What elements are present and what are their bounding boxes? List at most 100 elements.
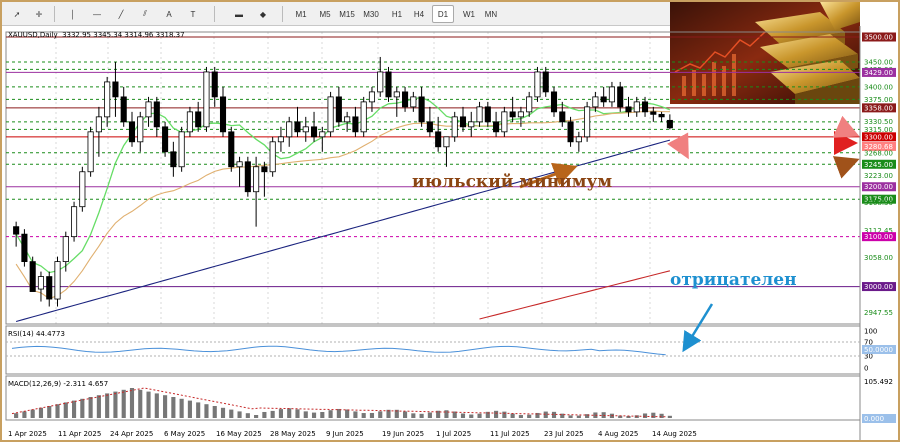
trendline-icon[interactable]: ╱ (112, 5, 130, 23)
candle-body-bull (71, 206, 78, 238)
candle[interactable] (112, 61, 119, 117)
text-icon[interactable]: A (160, 5, 178, 23)
candle[interactable] (509, 96, 516, 122)
timeframe-h4[interactable]: H4 (408, 5, 430, 23)
candle[interactable] (95, 106, 102, 157)
candle[interactable] (120, 86, 127, 127)
candle[interactable] (128, 111, 136, 147)
candle[interactable] (666, 114, 673, 130)
candle[interactable] (592, 91, 599, 112)
price-tag-label: 3300.00 (864, 133, 893, 141)
candle[interactable] (219, 86, 227, 137)
candle[interactable] (410, 91, 417, 112)
candle[interactable] (385, 66, 392, 102)
chart-header: XAUUSD,Daily 3332.95 3345.34 3314.96 331… (8, 31, 185, 39)
candle[interactable] (162, 121, 169, 157)
candle[interactable] (360, 96, 367, 137)
candle[interactable] (277, 126, 284, 152)
candle[interactable] (46, 271, 53, 307)
candle-body-bear (484, 106, 491, 123)
shapes-icon[interactable]: ◆ (254, 5, 272, 23)
candle[interactable] (335, 86, 342, 127)
candle[interactable] (244, 156, 251, 197)
price-tag-label: 3429.00 (864, 69, 893, 77)
candle[interactable] (550, 86, 558, 117)
candle[interactable] (575, 131, 582, 152)
candle[interactable] (426, 106, 433, 137)
candle[interactable] (261, 161, 268, 197)
price-label: 3058.00 (864, 254, 893, 262)
candle[interactable] (228, 126, 235, 172)
candle[interactable] (468, 111, 475, 137)
candle[interactable] (153, 96, 160, 137)
channel-icon[interactable]: ⫽ (136, 5, 154, 23)
candle-body-bear (352, 116, 359, 133)
candle[interactable] (87, 126, 94, 177)
candle[interactable] (443, 136, 450, 167)
candle[interactable] (253, 156, 260, 227)
candle[interactable] (186, 106, 193, 137)
candle-body-bear (550, 91, 558, 113)
candle-body-bull (584, 106, 591, 138)
candle[interactable] (37, 271, 45, 302)
candle-body-bull (79, 171, 86, 208)
candle[interactable] (658, 111, 665, 122)
candle[interactable] (584, 101, 591, 142)
candle[interactable] (600, 86, 607, 107)
date-label: 11 Apr 2025 (58, 430, 101, 438)
timeframe-w1[interactable]: W1 (458, 5, 480, 23)
timeframe-m30[interactable]: M30 (360, 5, 382, 23)
candle[interactable] (104, 76, 111, 127)
candle[interactable] (327, 91, 334, 137)
candle[interactable] (62, 231, 69, 272)
rectangle-icon[interactable]: ▬ (230, 5, 248, 23)
candle[interactable] (211, 66, 218, 107)
candle[interactable] (319, 126, 326, 152)
candle[interactable] (236, 156, 243, 187)
candle[interactable] (534, 66, 541, 102)
date-label: 14 Aug 2025 (652, 430, 697, 438)
timeframe-d1[interactable]: D1 (432, 5, 454, 23)
candle[interactable] (352, 106, 359, 137)
timeframe-m1[interactable]: M1 (290, 5, 312, 23)
price-tag-label: 3500.00 (864, 33, 893, 41)
cursor-icon[interactable]: ➚ (8, 5, 26, 23)
candle[interactable] (476, 101, 483, 127)
candle[interactable] (286, 116, 293, 147)
candle[interactable] (54, 256, 61, 307)
horizontal-line-icon[interactable]: — (88, 5, 106, 23)
timeframe-h1[interactable]: H1 (386, 5, 408, 23)
candle[interactable] (542, 66, 549, 97)
chart-canvas[interactable]: 3500.003450.003435.003429.003400.003375.… (2, 26, 898, 440)
candle[interactable] (269, 136, 276, 177)
candle[interactable] (484, 101, 491, 127)
candle[interactable] (79, 166, 86, 212)
candle[interactable] (501, 106, 508, 137)
candle[interactable] (71, 201, 78, 242)
timeframe-mn[interactable]: MN (480, 5, 502, 23)
candle[interactable] (418, 86, 425, 127)
candle[interactable] (203, 66, 210, 132)
candle[interactable] (302, 116, 309, 142)
timeframe-m5[interactable]: M5 (314, 5, 336, 23)
candle[interactable] (650, 106, 657, 122)
candle[interactable] (459, 106, 467, 132)
candle[interactable] (21, 229, 28, 267)
candle[interactable] (13, 221, 20, 247)
candle[interactable] (29, 256, 36, 292)
candle[interactable] (137, 111, 144, 152)
crosshair-icon[interactable]: ✛ (30, 5, 48, 23)
candle[interactable] (294, 106, 301, 137)
macd-pane[interactable] (5, 375, 861, 421)
rsi-axis-label: 0 (864, 365, 868, 373)
symbol-label: XAUUSD,Daily (8, 31, 58, 39)
timeframe-m15[interactable]: M15 (336, 5, 358, 23)
candle[interactable] (170, 141, 177, 177)
candle[interactable] (178, 126, 185, 172)
vertical-line-icon[interactable]: │ (64, 5, 82, 23)
label-icon[interactable]: T (184, 5, 202, 23)
candle[interactable] (608, 81, 615, 107)
candle[interactable] (493, 111, 500, 137)
price-tag-label: 3358.00 (864, 104, 893, 112)
candle[interactable] (393, 86, 400, 117)
